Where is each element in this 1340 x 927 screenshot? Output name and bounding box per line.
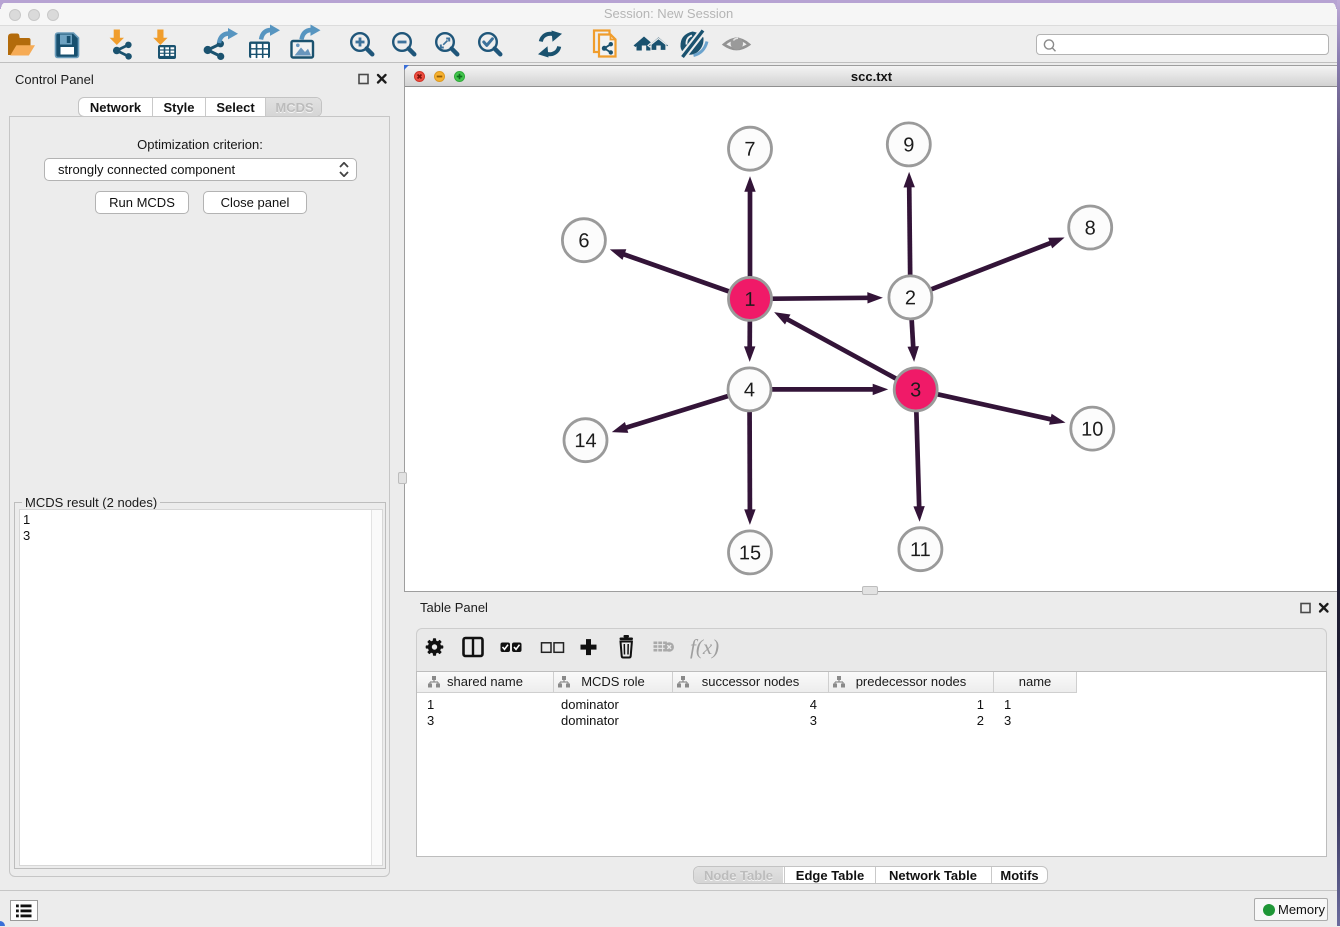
svg-text:11: 11 (910, 539, 931, 561)
svg-text:15: 15 (739, 542, 761, 564)
svg-text:1: 1 (744, 289, 755, 311)
svg-text:3: 3 (910, 379, 921, 401)
svg-text:9: 9 (903, 134, 914, 156)
svg-text:10: 10 (1081, 419, 1103, 441)
svg-text:f(x): f(x) (690, 635, 719, 659)
svg-text:14: 14 (574, 430, 596, 452)
svg-text:7: 7 (744, 139, 755, 161)
svg-text:8: 8 (1085, 217, 1096, 239)
svg-text:6: 6 (578, 230, 589, 252)
svg-text:4: 4 (744, 379, 755, 401)
svg-text:2: 2 (905, 287, 916, 309)
